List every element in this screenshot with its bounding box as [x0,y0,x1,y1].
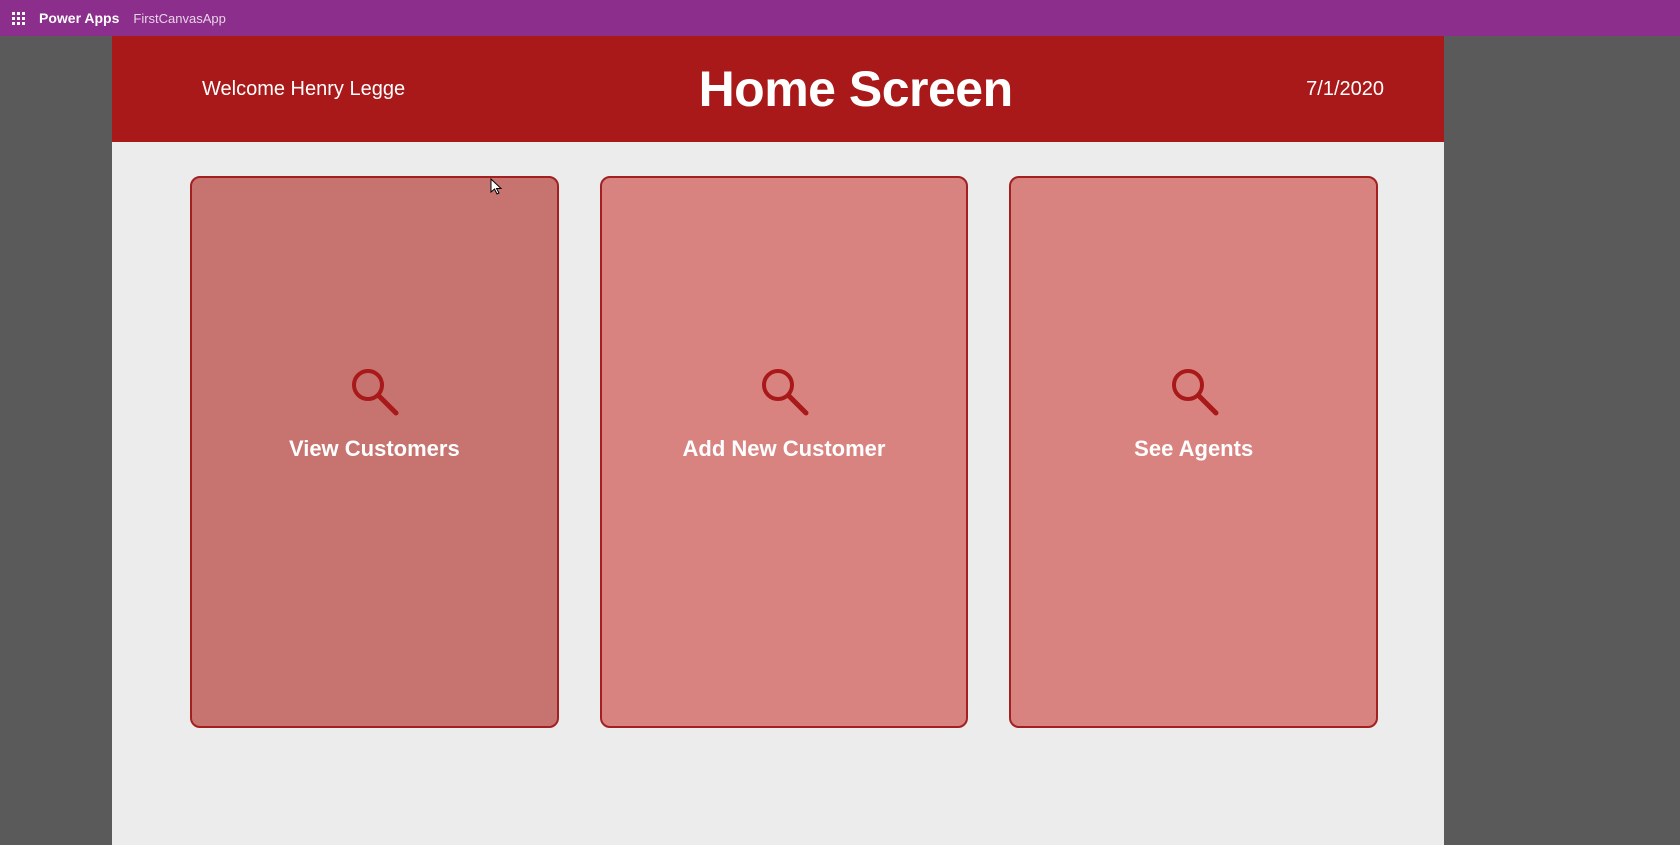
page-title: Home Screen [699,60,1013,118]
see-agents-tile[interactable]: See Agents [1009,176,1378,728]
view-customers-tile[interactable]: View Customers [190,176,559,728]
search-icon [756,363,812,424]
power-apps-topbar: Power Apps FirstCanvasApp [0,0,1680,36]
search-icon [1166,363,1222,424]
app-name-breadcrumb[interactable]: FirstCanvasApp [133,11,225,26]
tile-label: See Agents [1134,436,1253,462]
add-new-customer-tile[interactable]: Add New Customer [600,176,969,728]
tile-label: View Customers [289,436,460,462]
search-icon [346,363,402,424]
welcome-text: Welcome Henry Legge [202,78,405,101]
power-apps-brand[interactable]: Power Apps [39,10,119,26]
app-header: Welcome Henry Legge Home Screen 7/1/2020 [112,36,1444,142]
app-launcher-icon[interactable] [12,12,25,25]
date-label: 7/1/2020 [1306,78,1384,101]
tiles-container: View Customers Add New Customer See Agen… [112,142,1444,728]
tile-label: Add New Customer [683,436,886,462]
app-canvas: Welcome Henry Legge Home Screen 7/1/2020… [112,36,1444,845]
